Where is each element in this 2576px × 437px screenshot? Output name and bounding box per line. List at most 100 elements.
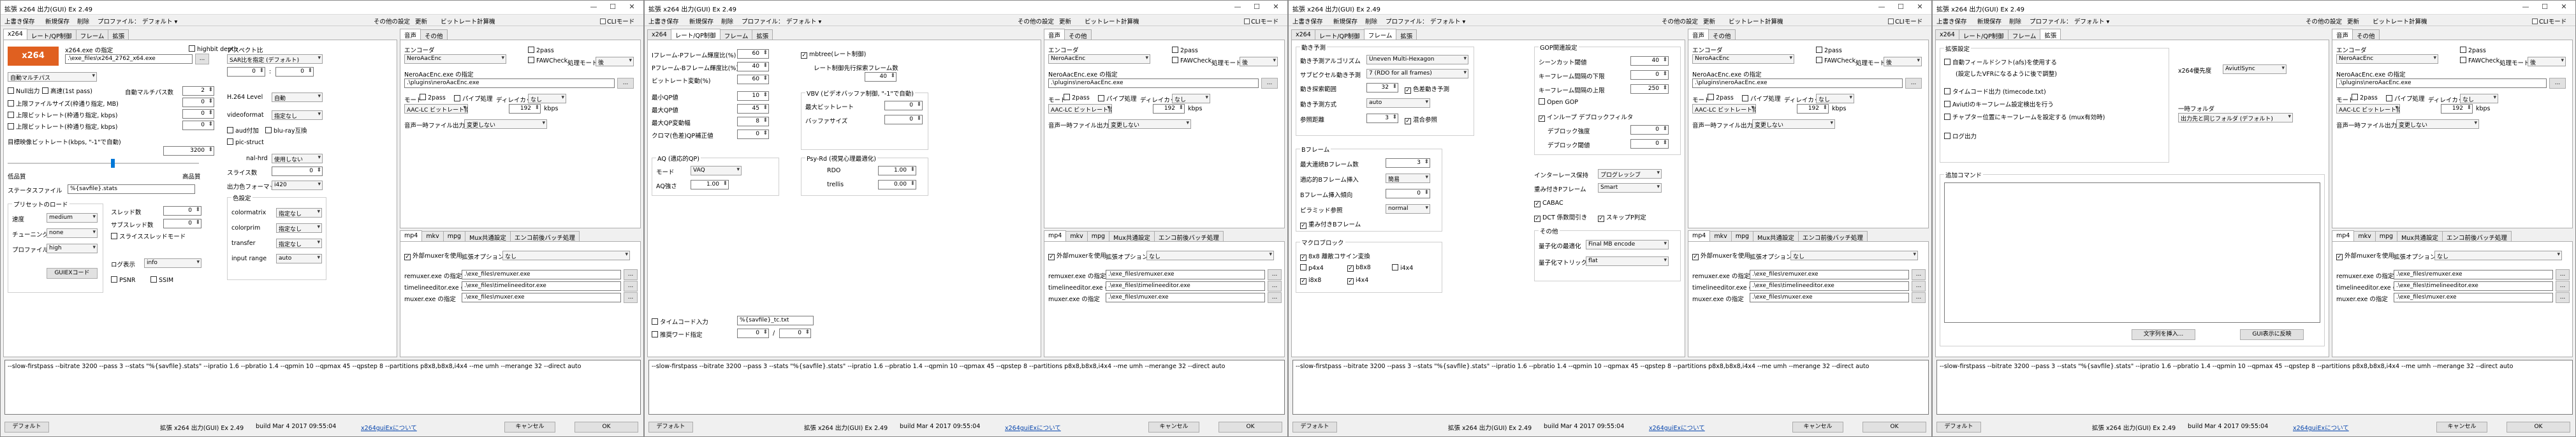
minkeyint-input[interactable]: 0 <box>1630 70 1669 80</box>
new-save-button[interactable]: 新規保存 <box>45 17 70 26</box>
chroma-me-checkbox[interactable]: ✓ 色差動き予測 <box>1405 84 1449 94</box>
minimize-button[interactable]: — <box>2517 2 2535 12</box>
checkbox-box[interactable] <box>227 138 233 145</box>
two-pass-checkbox[interactable]: 2pass <box>1172 47 1198 54</box>
tab-0[interactable]: x264 <box>647 29 671 40</box>
timeline-browse-button[interactable]: ... <box>2556 281 2570 292</box>
keyframe-detect-checkbox[interactable]: Aviutlのキーフレーム設定検出を行う <box>1944 100 2054 108</box>
overwrite-save-button[interactable]: 上書き保存 <box>1292 17 1323 26</box>
bpyramid-input[interactable]: normal <box>1386 204 1430 214</box>
bitrate-input[interactable]: 192 <box>509 104 541 114</box>
bframes-input[interactable]: 3 <box>1386 158 1430 168</box>
temp-select[interactable]: 変更しない <box>1108 119 1191 129</box>
default-button[interactable]: デフォルト <box>4 422 49 433</box>
speed-select[interactable]: medium <box>47 213 98 223</box>
maximize-button[interactable]: ☐ <box>1892 2 1910 12</box>
pic-struct-checkbox[interactable]: pic-struct <box>227 138 264 146</box>
mbtree-checkbox[interactable]: ✓ mbtree(レート制御) <box>801 49 866 59</box>
mode-select[interactable]: AAC-LC ビットレート指定 <box>2336 104 2400 114</box>
direct-select[interactable]: auto <box>1366 98 1430 108</box>
tc-file-checkbox[interactable]: タイムコード入力 <box>652 317 708 326</box>
ext-opt-select[interactable]: なし <box>1146 251 1274 260</box>
checkbox-box[interactable] <box>111 233 117 239</box>
tab-0[interactable]: x264 <box>1291 29 1315 40</box>
timeline-browse-button[interactable]: ... <box>1268 281 1282 292</box>
tab-3[interactable]: 拡張 <box>1396 29 1417 40</box>
mode-select[interactable]: 自動マルチパス <box>8 72 97 82</box>
i4x4b-checkbox[interactable]: ✓ i4x4 <box>1347 277 1368 285</box>
tab-right-0[interactable]: 音声 <box>1688 29 1709 40</box>
browse-audio-button[interactable]: ... <box>617 78 634 89</box>
checkbox-box[interactable] <box>1888 19 1894 24</box>
checkbox-box[interactable] <box>1300 264 1306 270</box>
trellis-input[interactable]: 0.00 <box>878 180 916 189</box>
mux-tab-0[interactable]: mp4 <box>1044 230 1067 241</box>
fawcheck-checkbox[interactable]: FAWCheck <box>1172 57 1211 64</box>
profile-select[interactable]: デフォルト ▾ <box>1430 17 1465 26</box>
ext-muxer-checkbox[interactable]: ✓ 外部muxerを使用 <box>1692 251 1750 260</box>
mux-tab-2[interactable]: mpg <box>1087 231 1110 241</box>
nal-select[interactable]: 使用しない <box>272 154 323 163</box>
auto-afs-checkbox[interactable]: 自動フィールドシフト(afs)を使用する <box>1944 57 2057 66</box>
minimize-button[interactable]: — <box>1873 2 1891 12</box>
mux-tab-2[interactable]: mpg <box>443 231 466 241</box>
mux-tab-3[interactable]: Mux共通設定 <box>2397 231 2443 242</box>
tab-right-0[interactable]: 音声 <box>1044 29 1065 40</box>
delay-select[interactable]: なし <box>2460 94 2498 103</box>
checkbox-box[interactable] <box>1172 47 1178 53</box>
checkbox-box[interactable] <box>1944 59 1950 65</box>
proc-mode-select[interactable]: 後 <box>1884 57 1922 66</box>
browse-audio-button[interactable]: ... <box>2549 78 2566 89</box>
aud-checkbox[interactable]: aud付加 <box>227 126 259 135</box>
path-input[interactable]: .\plugins\neroAacEnc.exe <box>1692 78 1903 88</box>
checkbox-box[interactable] <box>150 276 157 283</box>
cli-mode-toggle[interactable]: CLIモード <box>1244 17 1278 26</box>
mux-tab-4[interactable]: エンコ前後バッチ処理 <box>1797 231 1868 242</box>
ul2-input[interactable]: 0 <box>182 109 214 119</box>
encoder-select[interactable]: NeroAacEnc <box>404 54 506 64</box>
new-save-button[interactable]: 新規保存 <box>1977 17 2002 26</box>
two-pass-checkbox[interactable]: 2pass <box>528 47 554 54</box>
profile-select[interactable]: デフォルト ▾ <box>142 17 177 26</box>
checkbox-box[interactable]: ✓ <box>1300 223 1306 229</box>
delay-select[interactable]: なし <box>1172 94 1210 103</box>
priority-select[interactable]: AviutlSync <box>2223 64 2287 74</box>
checkbox-box[interactable] <box>2460 47 2466 53</box>
checkbox-box[interactable] <box>8 112 14 118</box>
fawcheck-checkbox[interactable]: FAWCheck <box>2460 57 2499 64</box>
mux-tab-2[interactable]: mpg <box>2375 231 2398 241</box>
checkbox-box[interactable] <box>1392 264 1398 270</box>
update-button[interactable]: 更新 <box>1059 17 1071 26</box>
ext-opt-select[interactable]: なし <box>502 251 630 260</box>
upper-limit2-checkbox[interactable]: 上限ビットレート(枠通り指定, kbps) <box>8 110 117 119</box>
cancel-button[interactable]: キャンセル <box>1148 422 1199 433</box>
checkbox-box[interactable] <box>265 127 272 133</box>
timeline-browse-button[interactable]: ... <box>1912 281 1926 292</box>
gui-reflect-button[interactable]: GUI表示に反映 <box>2240 329 2304 340</box>
checkbox-box[interactable] <box>2532 19 2538 24</box>
cqm-select[interactable]: flat <box>1586 256 1669 266</box>
close-button[interactable]: ✕ <box>623 2 641 12</box>
deblock-checkbox[interactable]: ✓ インループ デブロックフィルタ <box>1539 112 1633 122</box>
checkbox-box[interactable] <box>8 123 14 130</box>
chapter-checkbox[interactable]: チャプター位置にキーフレームを設定する (mux有効時) <box>1944 112 2105 121</box>
mode-select[interactable]: AAC-LC ビットレート指定 <box>404 104 468 114</box>
ok-button[interactable]: OK <box>2506 422 2570 433</box>
tune-select[interactable]: none <box>47 228 98 238</box>
remuxer-browse-button[interactable]: ... <box>624 269 638 280</box>
tc-fixed-checkbox[interactable]: 推奨ワード指定 <box>652 330 703 339</box>
tab-right-1[interactable]: その他 <box>1708 29 1736 40</box>
tc-b-input[interactable]: 0 <box>779 329 811 338</box>
bitrate-calc-button[interactable]: ビットレート計算機 <box>1729 17 1783 26</box>
mp4box-input[interactable]: .\exe_files\muxer.exe <box>462 293 621 302</box>
checkbox-box[interactable] <box>8 100 14 107</box>
remuxer-input[interactable]: .\exe_files\remuxer.exe <box>2394 270 2553 279</box>
default-button[interactable]: デフォルト <box>1936 422 1981 433</box>
two-pass2-checkbox[interactable]: 2pass <box>2352 94 2378 101</box>
mp4box-input[interactable]: .\exe_files\muxer.exe <box>1106 293 1265 302</box>
update-button[interactable]: 更新 <box>1703 17 1715 26</box>
cli-mode-toggle[interactable]: CLIモード <box>2532 17 2566 26</box>
ssim-checkbox[interactable]: SSIM <box>150 276 173 284</box>
checkbox-box[interactable] <box>2386 95 2392 101</box>
checkbox-box[interactable] <box>1742 95 1748 101</box>
